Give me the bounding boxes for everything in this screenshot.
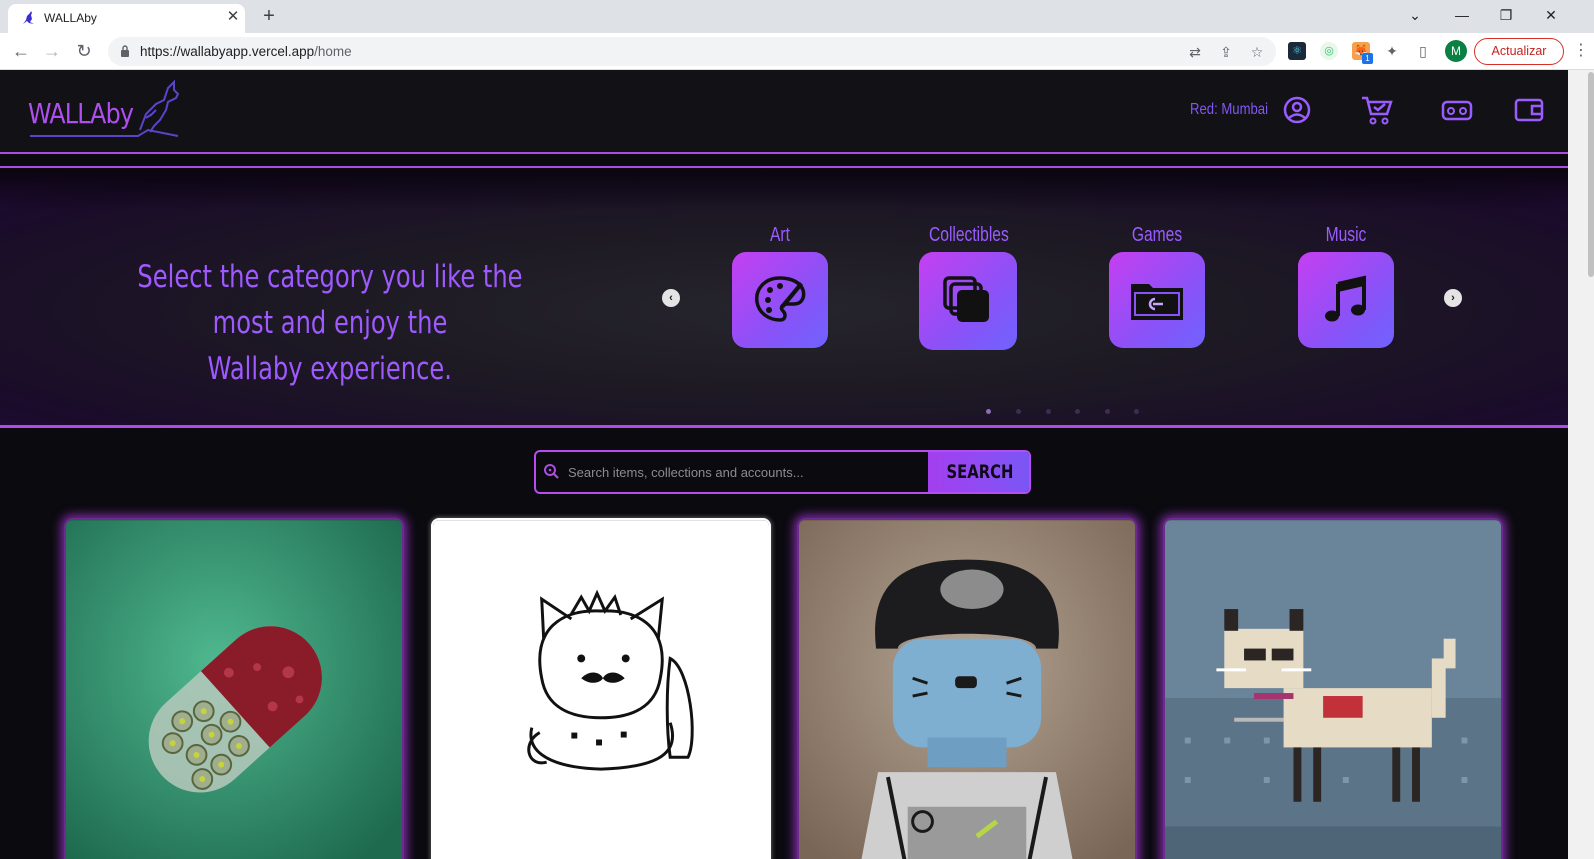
minimize-icon[interactable]: —: [1450, 4, 1474, 26]
search-input[interactable]: [568, 460, 918, 484]
reload-icon[interactable]: ↻: [73, 40, 95, 62]
game-folder-icon: [1131, 284, 1183, 320]
hero-tagline-line1: Select the category you like the most an…: [137, 259, 523, 341]
lego-cat-nft-card[interactable]: [797, 518, 1137, 859]
restore-icon[interactable]: ❐: [1494, 4, 1518, 26]
hero-tagline-line2: Wallaby experience.: [207, 351, 453, 387]
carousel-dot[interactable]: [1075, 409, 1080, 414]
metamask-badge: 1: [1362, 53, 1373, 64]
search-button[interactable]: SEARCH: [928, 452, 1029, 492]
vr-headset-icon[interactable]: [1440, 94, 1474, 126]
music-note-icon: [1325, 275, 1366, 322]
category-art[interactable]: Art: [730, 224, 830, 348]
share-icon[interactable]: ⇪: [1217, 43, 1235, 61]
url-host: https://wallabyapp.vercel.app: [140, 44, 315, 59]
close-window-icon[interactable]: ✕: [1539, 4, 1563, 26]
wallaby-logo[interactable]: WALLAby: [28, 80, 182, 140]
category-music[interactable]: Music: [1296, 224, 1396, 348]
category-music-tile[interactable]: [1298, 252, 1394, 348]
category-collectibles[interactable]: Collectibles: [918, 224, 1018, 350]
lego-cat-nft-image: [799, 520, 1135, 859]
category-collectibles-label: Collectibles: [929, 224, 1009, 246]
carousel-next-arrow[interactable]: ›: [1444, 289, 1462, 307]
account-icon[interactable]: [1280, 94, 1314, 126]
mustache-cat-nft-card[interactable]: [431, 518, 771, 859]
category-games[interactable]: Games: [1107, 224, 1207, 348]
browser-toolbar: ← → ↻ https://wallabyapp.vercel.app/home…: [0, 33, 1594, 70]
browser-menu-icon[interactable]: ⋮: [1573, 40, 1589, 62]
category-games-label: Games: [1131, 224, 1183, 246]
kangaroo-favicon-icon: [23, 11, 34, 24]
collection-icon: [943, 276, 989, 322]
browser-tab[interactable]: WALLAby ✕: [8, 4, 245, 33]
lock-icon: [121, 45, 129, 57]
header-divider: [0, 156, 1568, 168]
category-art-tile[interactable]: [732, 252, 828, 348]
extensions-puzzle-icon[interactable]: ✦: [1383, 42, 1401, 60]
page: WALLAby Red: Mumbai Select the category …: [0, 70, 1568, 859]
carousel-dot[interactable]: [1046, 409, 1051, 414]
category-art-label: Art: [770, 224, 790, 246]
close-tab-icon[interactable]: ✕: [224, 8, 242, 26]
address-bar[interactable]: https://wallabyapp.vercel.app/home ⇄ ⇪ ☆: [108, 37, 1276, 66]
browser-tab-strip: WALLAby ✕ + ⌄ — ❐ ✕: [0, 0, 1594, 33]
wallet-icon[interactable]: [1512, 94, 1546, 126]
tab-title: WALLAby: [44, 11, 97, 25]
side-panel-icon[interactable]: ▯: [1414, 42, 1432, 60]
carousel-dot[interactable]: [1105, 409, 1110, 414]
carousel-dot[interactable]: [1134, 409, 1139, 414]
carousel-dot[interactable]: [1016, 409, 1021, 414]
site-header: WALLAby Red: Mumbai: [0, 70, 1568, 154]
react-devtools-icon[interactable]: ⚛: [1288, 42, 1306, 60]
palette-icon: [755, 276, 806, 322]
new-tab-button[interactable]: +: [258, 5, 280, 27]
extension-green-icon[interactable]: ◎: [1320, 42, 1338, 60]
category-collectibles-tile[interactable]: [919, 252, 1017, 350]
forward-icon[interactable]: →: [41, 40, 63, 62]
cart-icon[interactable]: [1360, 94, 1394, 126]
bookmark-star-icon[interactable]: ☆: [1248, 43, 1266, 61]
back-icon[interactable]: ←: [10, 40, 32, 62]
search-button-label: SEARCH: [946, 461, 1013, 483]
network-label: Red: Mumbai: [1190, 101, 1269, 118]
url-text: https://wallabyapp.vercel.app/home: [140, 44, 352, 59]
search-icon: [544, 464, 559, 479]
category-games-tile[interactable]: [1109, 252, 1205, 348]
carousel-prev-arrow[interactable]: ‹: [662, 289, 680, 307]
profile-avatar[interactable]: M: [1445, 40, 1467, 62]
category-music-label: Music: [1325, 224, 1367, 246]
kangaroo-logo-icon: [30, 80, 180, 137]
search-bar: SEARCH: [534, 450, 1031, 494]
url-path: /home: [314, 44, 352, 59]
pill-nft-card[interactable]: [64, 518, 404, 859]
translate-icon[interactable]: ⇄: [1186, 43, 1204, 61]
pill-nft-image: [66, 520, 402, 859]
hero-tagline: Select the category you like the most an…: [40, 254, 620, 392]
tab-search-chevron-icon[interactable]: ⌄: [1403, 4, 1427, 26]
scrollbar-thumb[interactable]: [1588, 72, 1594, 277]
pixel-cat-nft-card[interactable]: [1163, 518, 1503, 859]
pixel-cat-nft-image: [1165, 520, 1501, 859]
carousel-dot[interactable]: [986, 409, 991, 414]
mustache-cat-nft-image: [433, 520, 769, 859]
category-hero: Select the category you like the most an…: [0, 170, 1568, 428]
update-button[interactable]: Actualizar: [1474, 38, 1564, 65]
